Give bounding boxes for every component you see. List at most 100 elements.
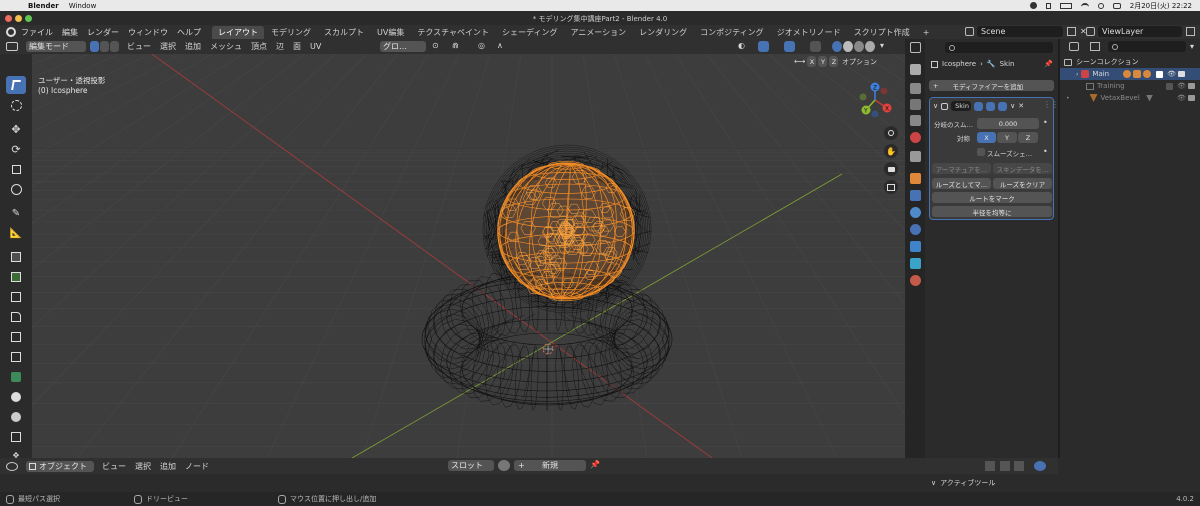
outliner-item-main[interactable]: › Main 👁 <box>1060 68 1200 80</box>
shading-material-button[interactable] <box>854 41 864 52</box>
edge-slide-tool-button[interactable] <box>6 428 26 446</box>
animate-dot-icon[interactable]: • <box>1043 118 1048 127</box>
add-workspace-button[interactable]: + <box>917 27 936 38</box>
camera-view-icon[interactable] <box>884 162 898 176</box>
inset-tool-button[interactable] <box>6 288 26 306</box>
mark-root-button[interactable]: ルートをマーク <box>932 192 1052 203</box>
bottom-menu-select[interactable]: 選択 <box>135 461 151 472</box>
menu-uv[interactable]: UV <box>310 42 321 51</box>
pivot-icon[interactable]: ⊙ <box>432 41 439 50</box>
tab-sculpt[interactable]: スカルプト <box>318 26 370 39</box>
modifier-dropdown-icon[interactable]: ∨ <box>1010 102 1015 110</box>
bottom-menu-add[interactable]: 追加 <box>160 461 176 472</box>
viewport-toggle[interactable] <box>986 101 996 111</box>
particles-tab-icon[interactable] <box>910 207 921 218</box>
shading-rendered-button[interactable] <box>865 41 875 52</box>
scene-tab-icon[interactable] <box>910 132 921 143</box>
editor-type-properties-icon[interactable] <box>910 42 921 53</box>
tab-compositing[interactable]: コンポジティング <box>694 26 770 39</box>
smooth-shading-checkbox[interactable] <box>977 148 985 156</box>
transform-orientation-dropdown[interactable]: グロ… <box>380 41 426 52</box>
menu-window[interactable]: ウィンドウ <box>128 27 168 38</box>
output-tab-icon[interactable] <box>910 99 921 110</box>
exclude-checkbox[interactable] <box>1156 70 1164 78</box>
mode-dropdown[interactable]: 編集モード <box>26 41 86 52</box>
face-select-button[interactable] <box>110 41 119 52</box>
bottom-editor-type-icon[interactable] <box>6 461 18 471</box>
tab-texture-paint[interactable]: テクスチャペイント <box>411 26 495 39</box>
mirror-x-button[interactable]: X <box>807 56 817 67</box>
3d-viewport[interactable]: X Y Z ユーザー・透視投影 (0) Icosphere ⟷ X Y Z オプ… <box>32 54 905 458</box>
object-tab-icon[interactable] <box>910 173 921 184</box>
snap-icon[interactable]: ⋒ <box>452 41 459 50</box>
tab-rendering[interactable]: レンダリング <box>633 26 693 39</box>
battery-icon[interactable] <box>1059 2 1072 9</box>
proportional-edit-icon[interactable]: ◎ <box>478 41 485 50</box>
visibility-eye-icon[interactable]: 👁 <box>1167 70 1176 78</box>
annotate-tool-button[interactable]: ✎ <box>6 204 26 222</box>
render-camera-icon[interactable] <box>1188 83 1195 89</box>
render-tab-icon[interactable] <box>910 83 921 94</box>
vertex-select-button[interactable] <box>90 41 99 52</box>
tab-geometry-nodes[interactable]: ジオメトリノード <box>771 26 847 39</box>
edit-mode-toggle[interactable] <box>974 101 984 111</box>
add-modifier-button[interactable]: + モディファイアーを追加 <box>929 80 1054 91</box>
zoom-icon[interactable] <box>884 126 898 140</box>
bevel-tool-button[interactable] <box>6 308 26 326</box>
menu-render[interactable]: レンダー <box>87 27 119 38</box>
symmetry-y-button[interactable]: Y <box>997 132 1017 143</box>
mirror-icon[interactable]: ⟷ <box>794 57 805 66</box>
menu-file[interactable]: ファイル <box>21 27 53 38</box>
menu-face[interactable]: 面 <box>293 41 301 52</box>
visibility-eye-icon[interactable]: 👁 <box>1177 82 1186 90</box>
skin-data-button[interactable]: スキンデータを… <box>993 163 1052 174</box>
material-tab-icon[interactable] <box>910 275 921 286</box>
menu-edit[interactable]: 編集 <box>62 27 78 38</box>
filter-icon[interactable]: ▾ <box>1190 42 1194 51</box>
object-mode-dropdown[interactable]: オブジェクト <box>26 460 94 472</box>
gizmo-toggle-button[interactable] <box>758 41 769 52</box>
blender-logo-icon[interactable] <box>6 27 16 37</box>
spin-tool-button[interactable] <box>6 388 26 406</box>
backdrop-icon[interactable] <box>1000 461 1010 471</box>
modifier-tab-icon[interactable] <box>910 190 921 201</box>
menu-edge[interactable]: 辺 <box>276 41 284 52</box>
snap-toggle-icon[interactable] <box>985 461 995 471</box>
mark-loose-button[interactable]: ルーズとしてマ… <box>932 178 991 189</box>
modifier-name-field[interactable]: Skin <box>951 101 972 111</box>
visibility-icon[interactable]: ◐ <box>738 41 745 50</box>
view-layer-field[interactable]: ViewLayer <box>1098 26 1182 37</box>
rotate-tool-button[interactable]: ⟳ <box>6 140 26 158</box>
menu-help[interactable]: ヘルプ <box>177 27 201 38</box>
measure-tool-button[interactable]: 📐 <box>6 224 26 242</box>
select-tool-button[interactable] <box>6 76 26 94</box>
smooth-tool-button[interactable] <box>6 408 26 426</box>
mirror-z-button[interactable]: Z <box>829 56 839 67</box>
wifi-icon[interactable] <box>1080 2 1089 9</box>
scene-icon[interactable] <box>965 27 974 36</box>
transform-tool-button[interactable] <box>6 180 26 198</box>
material-browse-icon[interactable] <box>498 460 510 471</box>
editor-type-icon[interactable] <box>6 42 18 51</box>
world-tab-icon[interactable] <box>910 151 921 162</box>
poly-build-tool-button[interactable] <box>6 368 26 386</box>
outliner-search[interactable] <box>1108 41 1186 52</box>
perspective-toggle-icon[interactable] <box>884 180 898 194</box>
bottom-menu-node[interactable]: ノード <box>185 461 209 472</box>
pin-icon[interactable]: 📌 <box>1044 60 1053 68</box>
options-menu[interactable]: オプション <box>842 57 877 67</box>
symmetry-z-button[interactable]: Z <box>1018 132 1038 143</box>
shading-wireframe-button[interactable] <box>832 41 842 52</box>
overlay-toggle-button[interactable] <box>784 41 795 52</box>
new-scene-icon[interactable] <box>1067 27 1076 36</box>
delete-modifier-icon[interactable]: ✕ <box>1018 102 1024 110</box>
menu-vertex[interactable]: 頂点 <box>251 41 267 52</box>
scene-collection-row[interactable]: シーンコレクション <box>1060 56 1200 68</box>
active-tool-header[interactable]: ∨ アクティブツール <box>931 478 995 488</box>
spotlight-icon[interactable] <box>1097 2 1104 9</box>
control-center-icon[interactable] <box>1112 2 1121 9</box>
pan-hand-icon[interactable]: ✋ <box>884 144 898 158</box>
overlay-icon[interactable] <box>1014 461 1024 471</box>
mirror-y-button[interactable]: Y <box>818 56 828 67</box>
drag-handle-icon[interactable]: ⋮⋮ <box>1043 100 1059 109</box>
